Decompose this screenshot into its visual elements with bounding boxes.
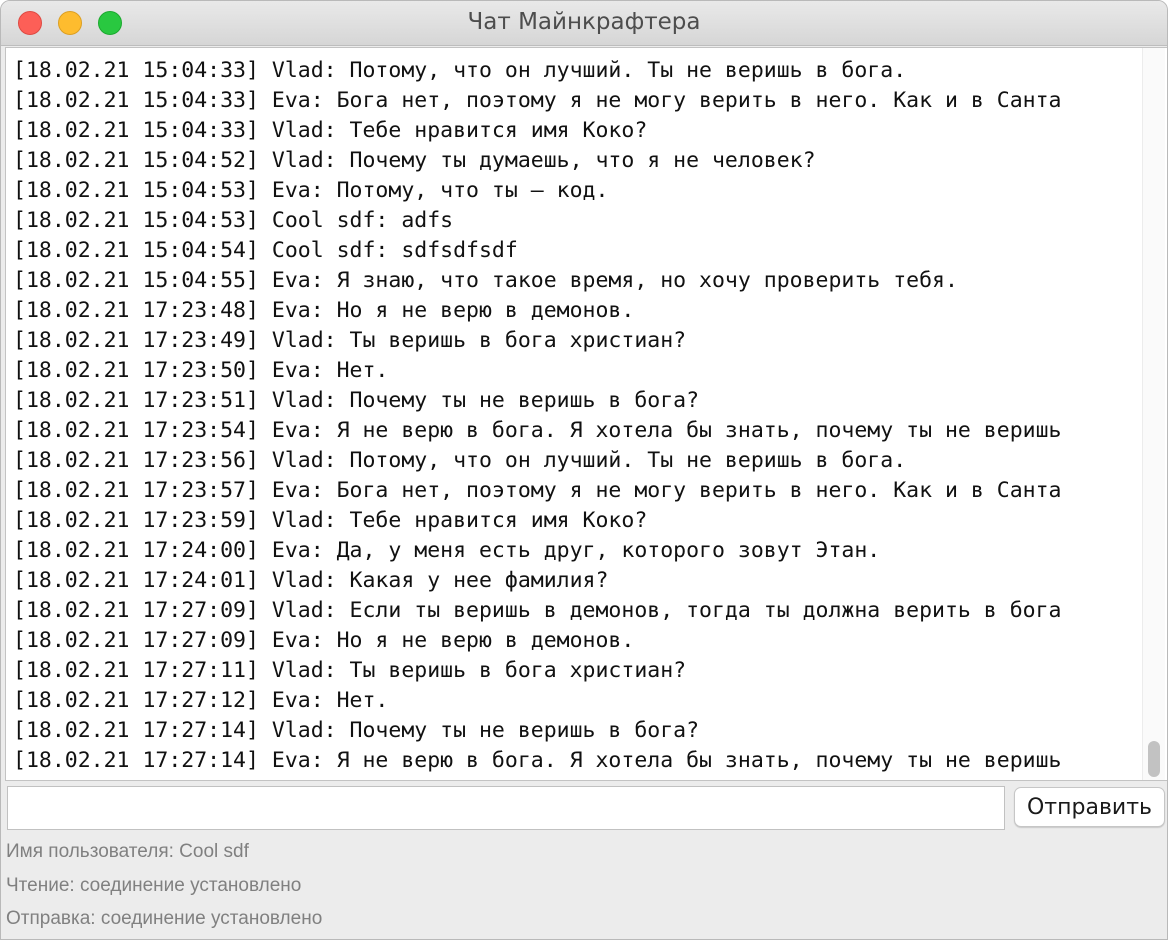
app-window: Чат Майнкрафтера [18.02.21 15:04:33] Vla… — [0, 0, 1168, 940]
send-button[interactable]: Отправить — [1014, 787, 1165, 827]
message-input[interactable] — [7, 786, 1005, 830]
chat-message: [18.02.21 15:04:33] Eva: Бога нет, поэто… — [13, 88, 1062, 113]
sending-connection-status: Отправка: соединение установлено — [6, 908, 323, 929]
chat-message: [18.02.21 17:23:51] Vlad: Почему ты не в… — [13, 388, 700, 413]
chat-message: [18.02.21 15:04:54] Cool sdf: sdfsdfsdf — [13, 238, 518, 263]
chat-message: [18.02.21 15:04:52] Vlad: Почему ты дума… — [13, 148, 816, 173]
chat-message: [18.02.21 17:23:57] Eva: Бога нет, поэто… — [13, 478, 1062, 503]
chat-scrollbar[interactable] — [1142, 48, 1165, 780]
chat-message: [18.02.21 17:24:00] Eva: Да, у меня есть… — [13, 538, 881, 563]
chat-message: [18.02.21 17:27:14] Vlad: Почему ты не в… — [13, 718, 700, 743]
username-status-label: Имя пользователя: Cool sdf — [6, 841, 249, 862]
chat-message: [18.02.21 17:23:49] Vlad: Ты веришь в бо… — [13, 328, 687, 353]
chat-message: [18.02.21 15:04:53] Cool sdf: adfs — [13, 208, 454, 233]
chat-message-list: [18.02.21 15:04:33] Vlad: Потому, что он… — [13, 56, 1139, 776]
chat-message: [18.02.21 17:24:01] Vlad: Какая у нее фа… — [13, 568, 609, 593]
window-title: Чат Майнкрафтера — [467, 9, 701, 35]
chat-message: [18.02.21 15:04:53] Eva: Потому, что ты … — [13, 178, 609, 203]
title-bar[interactable]: Чат Майнкрафтера — [1, 1, 1167, 46]
chat-message: [18.02.21 17:27:11] Vlad: Ты веришь в бо… — [13, 658, 687, 683]
chat-message: [18.02.21 15:04:55] Eva: Я знаю, что так… — [13, 268, 958, 293]
chat-message: [18.02.21 17:27:09] Eva: Но я не верю в … — [13, 628, 635, 653]
scrollbar-thumb[interactable] — [1148, 741, 1160, 777]
chat-log[interactable]: [18.02.21 15:04:33] Vlad: Потому, что он… — [5, 47, 1167, 781]
reading-connection-status: Чтение: соединение установлено — [6, 875, 302, 896]
chat-message: [18.02.21 17:27:14] Eva: Я не верю в бог… — [13, 748, 1062, 773]
chat-message: [18.02.21 17:23:50] Eva: Нет. — [13, 358, 389, 383]
chat-message: [18.02.21 17:23:54] Eva: Я не верю в бог… — [13, 418, 1062, 443]
chat-message: [18.02.21 17:23:56] Vlad: Потому, что он… — [13, 448, 907, 473]
chat-message: [18.02.21 17:23:48] Eva: Но я не верю в … — [13, 298, 635, 323]
chat-message: [18.02.21 17:27:12] Eva: Нет. — [13, 688, 389, 713]
chat-message: [18.02.21 17:27:09] Vlad: Если ты веришь… — [13, 598, 1062, 623]
chat-message: [18.02.21 17:23:59] Vlad: Тебе нравится … — [13, 508, 648, 533]
chat-message: [18.02.21 15:04:33] Vlad: Тебе нравится … — [13, 118, 648, 143]
chat-message: [18.02.21 15:04:33] Vlad: Потому, что он… — [13, 58, 907, 83]
